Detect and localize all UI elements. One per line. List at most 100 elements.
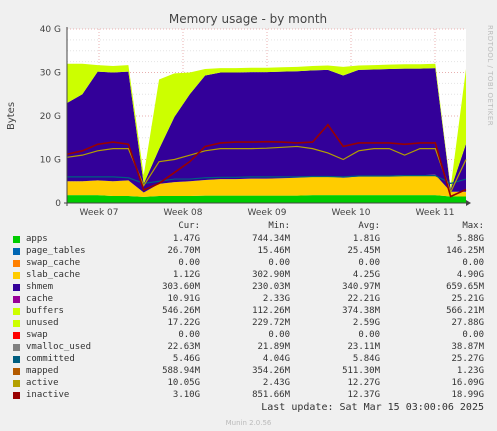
legend-max: 25.21G <box>451 294 484 304</box>
legend-header-max: Max: <box>462 221 484 231</box>
legend-avg: 0.00 <box>358 330 380 340</box>
legend-row-shmem: shmem 303.60M 230.03M 340.97M 659.65M <box>0 282 497 294</box>
legend-max: 4.90G <box>456 270 484 280</box>
legend-avg: 23.11M <box>347 342 380 352</box>
legend-row-buffers: buffers 546.26M 112.26M 374.38M 566.21M <box>0 306 497 318</box>
legend-swatch <box>13 368 20 375</box>
legend-name: swap <box>26 330 48 340</box>
legend-name: active <box>26 378 59 388</box>
legend-swatch <box>13 344 20 351</box>
legend-cur: 17.22G <box>167 318 200 328</box>
legend-avg: 2.59G <box>352 318 380 328</box>
legend-swatch <box>13 236 20 243</box>
legend-swatch <box>13 248 20 255</box>
legend-max: 146.25M <box>446 246 484 256</box>
legend-cur: 0.00 <box>178 258 200 268</box>
legend-avg: 4.25G <box>352 270 380 280</box>
legend-avg: 0.00 <box>358 258 380 268</box>
legend-cur: 5.46G <box>172 354 200 364</box>
legend-swatch <box>13 356 20 363</box>
x-tick-label: Week 09 <box>248 208 287 218</box>
legend-max: 0.00 <box>462 330 484 340</box>
x-tick-label: Week 07 <box>80 208 119 218</box>
legend-row-unused: unused 17.22G 229.72M 2.59G 27.88G <box>0 318 497 330</box>
area-apps <box>67 195 466 203</box>
legend-min: 229.72M <box>252 318 290 328</box>
legend-row-apps: apps 1.47G 744.34M 1.81G 5.88G <box>0 234 497 246</box>
legend-max: 38.87M <box>451 342 484 352</box>
legend-cur: 22.63M <box>167 342 200 352</box>
x-tick-label: Week 08 <box>164 208 203 218</box>
legend-swatch <box>13 320 20 327</box>
legend-avg: 22.21G <box>347 294 380 304</box>
legend-avg: 374.38M <box>342 306 380 316</box>
legend-max: 5.88G <box>456 234 484 244</box>
legend-cur: 546.26M <box>162 306 200 316</box>
legend-min: 744.34M <box>252 234 290 244</box>
legend-max: 566.21M <box>446 306 484 316</box>
legend-row-active: active 10.05G 2.43G 12.27G 16.09G <box>0 378 497 390</box>
y-tick-label: 10 G <box>40 156 61 166</box>
legend-avg: 25.45M <box>347 246 380 256</box>
legend-swatch <box>13 308 20 315</box>
legend-row-swap: swap 0.00 0.00 0.00 0.00 <box>0 330 497 342</box>
legend-row-slab_cache: slab_cache 1.12G 302.90M 4.25G 4.90G <box>0 270 497 282</box>
x-tick-label: Week 11 <box>416 208 455 218</box>
y-tick-label: 40 G <box>40 25 61 35</box>
legend-header-avg: Avg: <box>358 221 380 231</box>
legend-min: 302.90M <box>252 270 290 280</box>
legend-cur: 10.91G <box>167 294 200 304</box>
legend-avg: 1.81G <box>352 234 380 244</box>
legend-cur: 3.10G <box>172 390 200 400</box>
legend-swatch <box>13 296 20 303</box>
munin-version: Munin 2.0.56 <box>225 419 272 427</box>
area-cache <box>67 68 466 193</box>
legend-swatch <box>13 260 20 267</box>
legend-min: 2.43G <box>262 378 290 388</box>
legend-row-vmalloc_used: vmalloc_used 22.63M 21.89M 23.11M 38.87M <box>0 342 497 354</box>
y-tick-label: 20 G <box>40 112 61 122</box>
legend-row-mapped: mapped 588.94M 354.26M 511.30M 1.23G <box>0 366 497 378</box>
legend-min: 4.04G <box>262 354 290 364</box>
legend-min: 851.66M <box>252 390 290 400</box>
y-tick-label: 0 <box>55 199 61 209</box>
legend-swatch <box>13 272 20 279</box>
legend-row-committed: committed 5.46G 4.04G 5.84G 25.27G <box>0 354 497 366</box>
x-ticks: Week 07 Week 08 Week 09 Week 10 Week 11 <box>80 208 455 218</box>
legend-name: swap_cache <box>26 258 81 268</box>
legend-avg: 12.37G <box>347 390 380 400</box>
legend-cur: 10.05G <box>167 378 200 388</box>
legend-name: unused <box>26 318 59 328</box>
chart-title: Memory usage - by month <box>169 12 327 26</box>
series-areas <box>67 63 466 203</box>
memory-chart: Memory usage - by month Bytes 0 10 G 20 G 3… <box>6 12 471 218</box>
legend-header-min: Min: <box>268 221 290 231</box>
legend-max: 1.23G <box>456 366 484 376</box>
x-tick-label: Week 10 <box>332 208 371 218</box>
legend-name: mapped <box>26 366 59 376</box>
legend-name: slab_cache <box>26 270 81 280</box>
legend-name: buffers <box>26 306 64 316</box>
legend-row-cache: cache 10.91G 2.33G 22.21G 25.21G <box>0 294 497 306</box>
legend-row-page_tables: page_tables 26.70M 15.46M 25.45M 146.25M <box>0 246 497 258</box>
legend-swatch <box>13 380 20 387</box>
last-update: Last update: Sat Mar 15 03:00:06 2025 <box>261 402 484 413</box>
legend-cur: 588.94M <box>162 366 200 376</box>
legend-swatch <box>13 284 20 291</box>
legend-name: page_tables <box>26 246 86 256</box>
legend-name: vmalloc_used <box>26 342 92 352</box>
legend-name: apps <box>26 234 48 244</box>
legend-max: 18.99G <box>451 390 484 400</box>
y-tick-label: 30 G <box>40 69 61 79</box>
legend-name: committed <box>26 354 75 364</box>
legend-max: 0.00 <box>462 258 484 268</box>
legend-cur: 1.12G <box>172 270 200 280</box>
legend-swatch <box>13 392 20 399</box>
legend-name: shmem <box>26 282 54 292</box>
legend-min: 2.33G <box>262 294 290 304</box>
y-ticks: 0 10 G 20 G 30 G 40 G <box>40 25 62 209</box>
legend-max: 16.09G <box>451 378 484 388</box>
y-axis-label: Bytes <box>6 102 17 130</box>
legend-name: cache <box>26 294 54 304</box>
legend-avg: 511.30M <box>342 366 380 376</box>
